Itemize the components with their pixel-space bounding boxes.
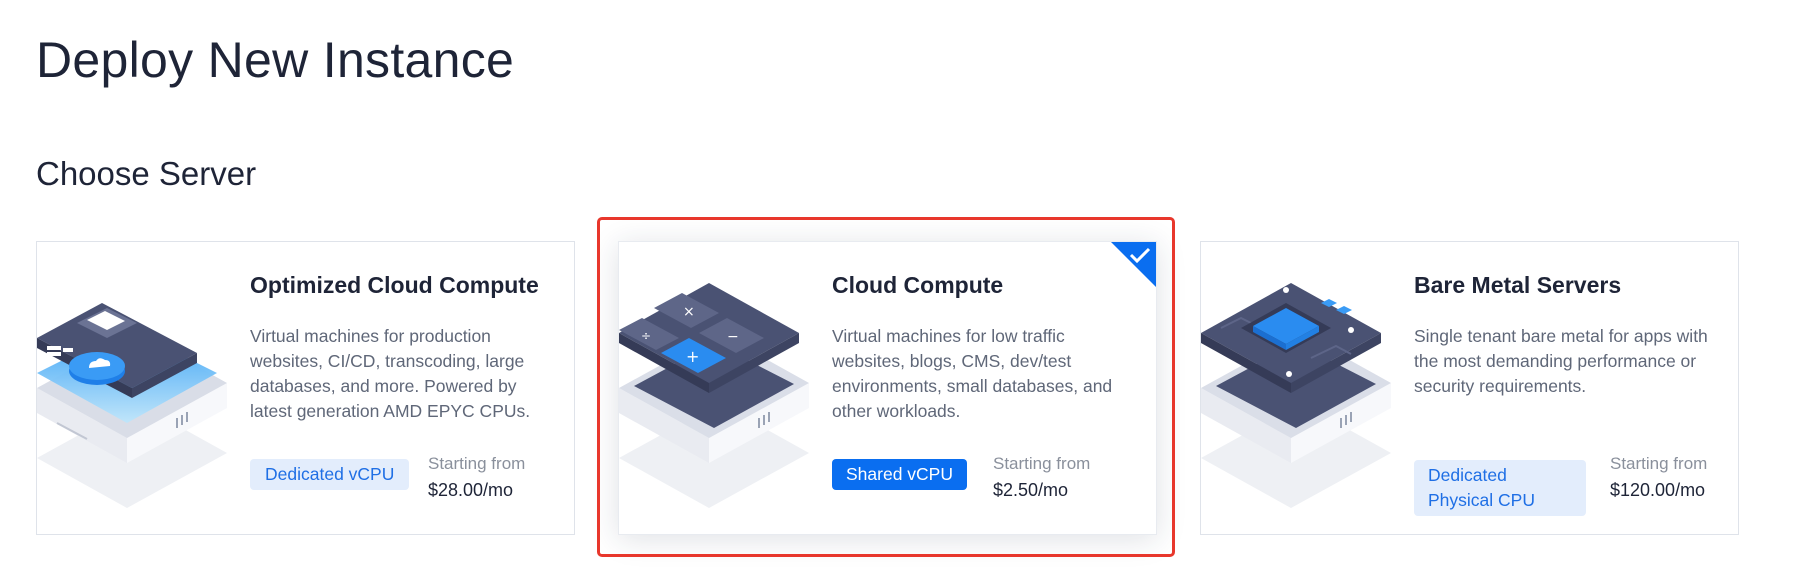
price-block: Starting from $28.00/mo xyxy=(428,452,525,502)
card-description: Virtual machines for low traffic website… xyxy=(832,326,1113,421)
price-block: Starting from $120.00/mo xyxy=(1610,452,1707,502)
selected-check-icon xyxy=(1111,242,1156,287)
price-label: Starting from xyxy=(1610,454,1708,473)
svg-text:÷: ÷ xyxy=(641,329,651,343)
cpu-chip-illustration-icon xyxy=(37,303,227,508)
price-value: $28.00/mo xyxy=(428,480,514,500)
svg-text:×: × xyxy=(683,304,695,320)
section-title: Choose Server xyxy=(36,155,257,192)
card-title: Cloud Compute xyxy=(832,272,1004,298)
svg-text:+: + xyxy=(686,347,699,366)
svg-text:−: − xyxy=(727,329,739,345)
price-label: Starting from xyxy=(993,454,1091,473)
card-description: Single tenant bare metal for apps with t… xyxy=(1414,326,1708,396)
price-label: Starting from xyxy=(428,454,526,473)
server-card-cloud-compute[interactable]: × − ÷ + Cloud Compute Virtual machines f… xyxy=(618,241,1157,535)
calculator-illustration-icon: × − ÷ + xyxy=(619,283,809,508)
price-block: Starting from $2.50/mo xyxy=(993,452,1090,502)
card-title: Bare Metal Servers xyxy=(1414,272,1622,298)
cpu-type-badge: Dedicated Physical CPU xyxy=(1414,460,1586,516)
price-value: $2.50/mo xyxy=(993,480,1069,500)
cpu-type-badge: Shared vCPU xyxy=(832,459,967,490)
card-title: Optimized Cloud Compute xyxy=(250,272,539,298)
price-value: $120.00/mo xyxy=(1610,480,1706,500)
bare-metal-chip-illustration-icon xyxy=(1201,283,1391,508)
server-card-optimized-cloud-compute[interactable]: Optimized Cloud Compute Virtual machines… xyxy=(36,241,575,535)
page-title: Deploy New Instance xyxy=(36,32,515,88)
card-description: Virtual machines for production websites… xyxy=(250,326,531,421)
cpu-type-badge: Dedicated vCPU xyxy=(250,459,410,490)
server-card-bare-metal-servers[interactable]: Bare Metal Servers Single tenant bare me… xyxy=(1200,241,1739,535)
